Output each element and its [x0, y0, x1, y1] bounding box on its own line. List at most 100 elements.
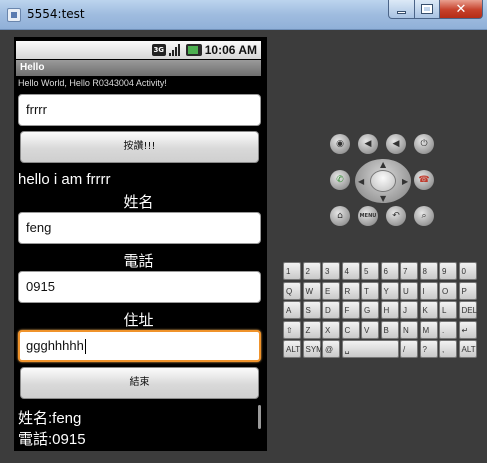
key-1-8[interactable]: O: [439, 281, 457, 300]
key-1-1[interactable]: W: [302, 281, 321, 300]
key-2-3[interactable]: F: [341, 301, 360, 319]
scrollbar[interactable]: [258, 405, 261, 429]
key-2-6[interactable]: J: [400, 301, 418, 319]
result-phone-text: 電話:0915: [18, 431, 86, 448]
search-button[interactable]: ⌕: [414, 206, 434, 226]
power-icon: ⏻: [420, 139, 428, 149]
call-icon: ✆: [336, 175, 344, 185]
name-field[interactable]: feng: [18, 212, 261, 244]
key-4-1[interactable]: SYM: [302, 340, 323, 358]
volume-up-icon: ◀: [392, 139, 400, 149]
close-button[interactable]: ✕: [439, 0, 483, 19]
key-4-4[interactable]: /: [400, 340, 418, 358]
battery-icon: [185, 44, 202, 56]
key-0-7[interactable]: 8: [419, 262, 438, 280]
key-3-0[interactable]: ⇧: [283, 320, 301, 339]
key-2-4[interactable]: G: [361, 301, 379, 319]
dpad-up-icon[interactable]: ▲: [380, 160, 386, 169]
greeting-text: hello i am frrrr: [18, 171, 111, 188]
phone-field[interactable]: 0915: [18, 271, 261, 303]
minimize-button[interactable]: [388, 0, 415, 19]
key-2-7[interactable]: K: [419, 301, 438, 319]
address-value: ggghhhhh: [26, 338, 84, 353]
key-1-4[interactable]: T: [361, 281, 379, 300]
menu-label: MENU: [359, 213, 377, 219]
input-text-field[interactable]: frrrr: [18, 94, 261, 126]
end-button[interactable]: 結束: [20, 367, 259, 399]
volume-up-button[interactable]: ◀: [386, 134, 406, 154]
menu-button[interactable]: MENU: [358, 206, 378, 226]
key-2-2[interactable]: D: [322, 301, 340, 319]
key-2-9[interactable]: DEL: [458, 301, 477, 319]
app-title-bar: Hello: [16, 60, 261, 76]
dpad-right-icon[interactable]: ▶: [402, 177, 408, 186]
key-3-5[interactable]: B: [380, 320, 399, 339]
key-1-2[interactable]: E: [322, 281, 340, 300]
key-4-0[interactable]: ALT: [283, 340, 301, 358]
key-2-8[interactable]: L: [439, 301, 457, 319]
key-3-1[interactable]: Z: [302, 320, 321, 339]
key-0-3[interactable]: 4: [341, 262, 360, 280]
key-0-4[interactable]: 5: [361, 262, 379, 280]
key-4-6[interactable]: ,: [439, 340, 457, 358]
key-1-0[interactable]: Q: [283, 281, 301, 300]
key-0-1[interactable]: 2: [302, 262, 321, 280]
key-2-5[interactable]: H: [380, 301, 399, 319]
maximize-button[interactable]: [414, 0, 440, 19]
home-button[interactable]: ⌂: [330, 206, 350, 226]
key-0-6[interactable]: 7: [400, 262, 418, 280]
camera-icon: ◉: [336, 139, 344, 149]
key-0-9[interactable]: 0: [458, 262, 477, 280]
home-icon: ⌂: [337, 211, 343, 221]
name-label: 姓名: [123, 193, 154, 211]
key-3-2[interactable]: X: [322, 320, 340, 339]
key-1-9[interactable]: P: [458, 281, 477, 300]
search-icon: ⌕: [421, 211, 427, 221]
signal-strength-icon: [168, 44, 183, 56]
key-1-3[interactable]: R: [341, 281, 360, 300]
key-0-0[interactable]: 1: [283, 262, 301, 280]
address-label: 住址: [123, 311, 154, 329]
window-titlebar: 5554:test ✕: [0, 0, 487, 30]
key-1-6[interactable]: U: [400, 281, 418, 300]
camera-button[interactable]: ◉: [330, 134, 350, 154]
dpad-down-icon[interactable]: ▼: [380, 194, 386, 203]
close-icon: ✕: [455, 1, 467, 17]
key-2-0[interactable]: A: [283, 301, 301, 319]
dpad-left-icon[interactable]: ◀: [358, 177, 364, 186]
call-button[interactable]: ✆: [330, 170, 350, 190]
key-3-6[interactable]: N: [400, 320, 418, 339]
result-name-text: 姓名:feng: [18, 410, 82, 427]
phone-label: 電話: [123, 252, 154, 270]
like-button[interactable]: 按讚!!!: [20, 131, 259, 163]
key-1-5[interactable]: Y: [380, 281, 399, 300]
phone-screen: 3G 10:06 AM Hello Hello World, Hello R03…: [14, 37, 267, 451]
key-4-3[interactable]: ␣: [341, 340, 399, 358]
key-0-2[interactable]: 3: [322, 262, 340, 280]
power-button[interactable]: ⏻: [414, 134, 434, 154]
volume-down-button[interactable]: ◀: [358, 134, 378, 154]
key-1-7[interactable]: I: [419, 281, 438, 300]
status-bar: 3G 10:06 AM: [16, 41, 261, 59]
key-3-7[interactable]: M: [419, 320, 438, 339]
key-3-8[interactable]: .: [439, 320, 457, 339]
minimize-icon: [397, 10, 406, 14]
key-2-1[interactable]: S: [302, 301, 321, 319]
end-call-button[interactable]: ☎: [414, 170, 434, 190]
key-4-5[interactable]: ?: [419, 340, 438, 358]
key-0-8[interactable]: 9: [439, 262, 457, 280]
dpad-center-button[interactable]: [370, 170, 396, 192]
key-3-9[interactable]: ↵: [458, 320, 477, 339]
volume-down-icon: ◀: [364, 139, 372, 149]
address-field[interactable]: ggghhhhh: [18, 330, 261, 362]
key-3-3[interactable]: C: [341, 320, 360, 339]
window-title: 5554:test: [27, 7, 85, 21]
hello-text: Hello World, Hello R0343004 Activity!: [18, 78, 167, 88]
key-4-7[interactable]: ALT: [458, 340, 477, 358]
back-button[interactable]: ↶: [386, 206, 406, 226]
key-0-5[interactable]: 6: [380, 262, 399, 280]
key-4-2[interactable]: @: [322, 340, 340, 358]
back-icon: ↶: [392, 211, 400, 221]
key-3-4[interactable]: V: [361, 320, 379, 339]
emulator-app-icon: [7, 8, 21, 22]
